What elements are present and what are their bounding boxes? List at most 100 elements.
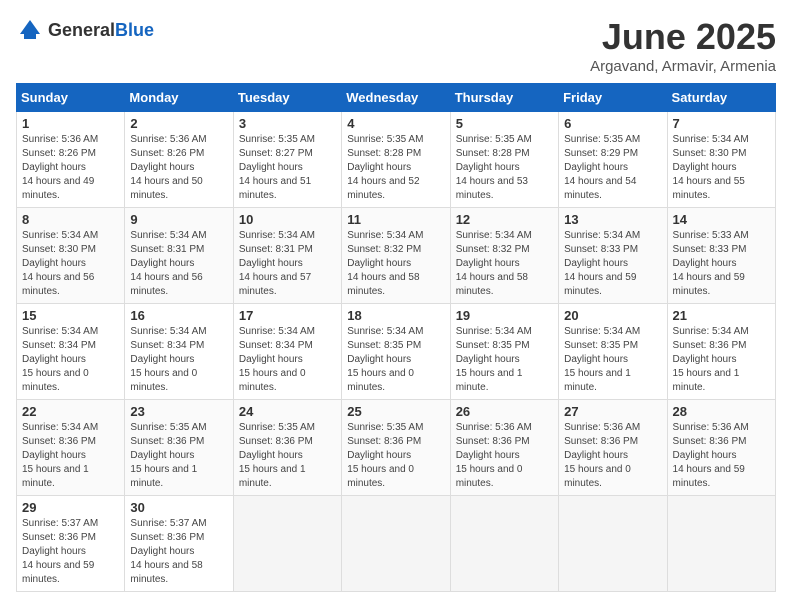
day-detail: Sunrise: 5:37 AMSunset: 8:36 PMDaylight … xyxy=(22,517,119,587)
title-area: June 2025 Argavand, Armavir, Armenia xyxy=(590,16,776,75)
weekday-header-wednesday: Wednesday xyxy=(342,84,450,112)
day-detail: Sunrise: 5:34 AMSunset: 8:32 PMDaylight … xyxy=(347,229,444,299)
day-number: 12 xyxy=(456,212,553,227)
day-number: 1 xyxy=(22,116,119,131)
day-number: 8 xyxy=(22,212,119,227)
calendar-cell: 16 Sunrise: 5:34 AMSunset: 8:34 PMDayligh… xyxy=(125,304,233,400)
calendar-row: 22Sunrise: 5:34 AMSunset: 8:36 PMDayligh… xyxy=(17,400,776,496)
day-detail: Sunrise: 5:33 AMSunset: 8:33 PMDaylight … xyxy=(673,229,770,299)
day-detail: Sunrise: 5:35 AMSunset: 8:36 PMDaylight … xyxy=(130,421,227,491)
day-number: 11 xyxy=(347,212,444,227)
calendar-cell: 4 Sunrise: 5:35 AMSunset: 8:28 PMDaylight… xyxy=(342,112,450,208)
day-detail: Sunrise: 5:36 AMSunset: 8:36 PMDaylight … xyxy=(456,421,553,491)
day-number: 22 xyxy=(22,404,119,419)
calendar-row: 8 Sunrise: 5:34 AMSunset: 8:30 PMDaylight… xyxy=(17,208,776,304)
day-detail: Sunrise: 5:35 AMSunset: 8:28 PMDaylight … xyxy=(347,133,444,203)
day-number: 15 xyxy=(22,308,119,323)
day-number: 18 xyxy=(347,308,444,323)
calendar-cell: 11 Sunrise: 5:34 AMSunset: 8:32 PMDayligh… xyxy=(342,208,450,304)
day-number: 6 xyxy=(564,116,661,131)
calendar-cell: 19 Sunrise: 5:34 AMSunset: 8:35 PMDayligh… xyxy=(450,304,558,400)
day-detail: Sunrise: 5:35 AMSunset: 8:36 PMDaylight … xyxy=(239,421,336,491)
logo: GeneralBlue xyxy=(16,16,154,44)
day-number: 2 xyxy=(130,116,227,131)
day-detail: Sunrise: 5:36 AMSunset: 8:26 PMDaylight … xyxy=(130,133,227,203)
day-number: 25 xyxy=(347,404,444,419)
day-number: 7 xyxy=(673,116,770,131)
calendar-cell: 28 Sunrise: 5:36 AMSunset: 8:36 PMDayligh… xyxy=(667,400,775,496)
calendar-cell xyxy=(667,496,775,592)
calendar-cell: 14Sunrise: 5:33 AMSunset: 8:33 PMDayligh… xyxy=(667,208,775,304)
logo-blue: Blue xyxy=(115,20,154,40)
calendar-row: 1 Sunrise: 5:36 AMSunset: 8:26 PMDaylight… xyxy=(17,112,776,208)
weekday-header-monday: Monday xyxy=(125,84,233,112)
logo-icon xyxy=(16,16,44,44)
calendar-row: 29 Sunrise: 5:37 AMSunset: 8:36 PMDayligh… xyxy=(17,496,776,592)
day-detail: Sunrise: 5:36 AMSunset: 8:36 PMDaylight … xyxy=(564,421,661,491)
day-number: 28 xyxy=(673,404,770,419)
day-detail: Sunrise: 5:34 AMSunset: 8:35 PMDaylight … xyxy=(456,325,553,395)
day-number: 27 xyxy=(564,404,661,419)
day-detail: Sunrise: 5:35 AMSunset: 8:27 PMDaylight … xyxy=(239,133,336,203)
day-detail: Sunrise: 5:34 AMSunset: 8:33 PMDaylight … xyxy=(564,229,661,299)
day-detail: Sunrise: 5:34 AMSunset: 8:34 PMDaylight … xyxy=(22,325,119,395)
calendar-cell: 22Sunrise: 5:34 AMSunset: 8:36 PMDayligh… xyxy=(17,400,125,496)
calendar-cell: 2 Sunrise: 5:36 AMSunset: 8:26 PMDaylight… xyxy=(125,112,233,208)
calendar-cell: 29 Sunrise: 5:37 AMSunset: 8:36 PMDayligh… xyxy=(17,496,125,592)
calendar-cell xyxy=(233,496,341,592)
day-number: 4 xyxy=(347,116,444,131)
day-number: 13 xyxy=(564,212,661,227)
day-number: 19 xyxy=(456,308,553,323)
calendar-cell: 8 Sunrise: 5:34 AMSunset: 8:30 PMDaylight… xyxy=(17,208,125,304)
day-detail: Sunrise: 5:34 AMSunset: 8:31 PMDaylight … xyxy=(130,229,227,299)
calendar-cell: 20Sunrise: 5:34 AMSunset: 8:35 PMDayligh… xyxy=(559,304,667,400)
weekday-header-row: SundayMondayTuesdayWednesdayThursdayFrid… xyxy=(17,84,776,112)
day-detail: Sunrise: 5:34 AMSunset: 8:31 PMDaylight … xyxy=(239,229,336,299)
calendar-cell: 10 Sunrise: 5:34 AMSunset: 8:31 PMDayligh… xyxy=(233,208,341,304)
calendar-cell: 24 Sunrise: 5:35 AMSunset: 8:36 PMDayligh… xyxy=(233,400,341,496)
header: GeneralBlue June 2025 Argavand, Armavir,… xyxy=(16,16,776,75)
day-detail: Sunrise: 5:37 AMSunset: 8:36 PMDaylight … xyxy=(130,517,227,587)
location-title: Argavand, Armavir, Armenia xyxy=(590,58,776,75)
calendar-cell: 12 Sunrise: 5:34 AMSunset: 8:32 PMDayligh… xyxy=(450,208,558,304)
day-detail: Sunrise: 5:34 AMSunset: 8:32 PMDaylight … xyxy=(456,229,553,299)
weekday-header-thursday: Thursday xyxy=(450,84,558,112)
calendar-cell: 30 Sunrise: 5:37 AMSunset: 8:36 PMDayligh… xyxy=(125,496,233,592)
weekday-header-tuesday: Tuesday xyxy=(233,84,341,112)
calendar-cell: 25Sunrise: 5:35 AMSunset: 8:36 PMDayligh… xyxy=(342,400,450,496)
calendar-row: 15 Sunrise: 5:34 AMSunset: 8:34 PMDayligh… xyxy=(17,304,776,400)
day-number: 26 xyxy=(456,404,553,419)
day-detail: Sunrise: 5:34 AMSunset: 8:34 PMDaylight … xyxy=(239,325,336,395)
day-number: 17 xyxy=(239,308,336,323)
day-detail: Sunrise: 5:36 AMSunset: 8:36 PMDaylight … xyxy=(673,421,770,491)
day-number: 16 xyxy=(130,308,227,323)
day-number: 24 xyxy=(239,404,336,419)
calendar-table: SundayMondayTuesdayWednesdayThursdayFrid… xyxy=(16,83,776,592)
day-detail: Sunrise: 5:34 AMSunset: 8:30 PMDaylight … xyxy=(673,133,770,203)
day-number: 23 xyxy=(130,404,227,419)
calendar-cell xyxy=(342,496,450,592)
day-number: 21 xyxy=(673,308,770,323)
day-detail: Sunrise: 5:34 AMSunset: 8:34 PMDaylight … xyxy=(130,325,227,395)
day-number: 10 xyxy=(239,212,336,227)
day-detail: Sunrise: 5:34 AMSunset: 8:30 PMDaylight … xyxy=(22,229,119,299)
day-detail: Sunrise: 5:35 AMSunset: 8:28 PMDaylight … xyxy=(456,133,553,203)
day-detail: Sunrise: 5:34 AMSunset: 8:35 PMDaylight … xyxy=(564,325,661,395)
month-title: June 2025 xyxy=(590,16,776,58)
weekday-header-saturday: Saturday xyxy=(667,84,775,112)
day-number: 5 xyxy=(456,116,553,131)
day-number: 29 xyxy=(22,500,119,515)
weekday-header-friday: Friday xyxy=(559,84,667,112)
calendar-cell: 5 Sunrise: 5:35 AMSunset: 8:28 PMDaylight… xyxy=(450,112,558,208)
weekday-header-sunday: Sunday xyxy=(17,84,125,112)
calendar-cell: 7 Sunrise: 5:34 AMSunset: 8:30 PMDaylight… xyxy=(667,112,775,208)
calendar-cell: 18 Sunrise: 5:34 AMSunset: 8:35 PMDayligh… xyxy=(342,304,450,400)
day-number: 30 xyxy=(130,500,227,515)
calendar-cell xyxy=(559,496,667,592)
day-number: 3 xyxy=(239,116,336,131)
day-detail: Sunrise: 5:34 AMSunset: 8:35 PMDaylight … xyxy=(347,325,444,395)
calendar-cell: 17 Sunrise: 5:34 AMSunset: 8:34 PMDayligh… xyxy=(233,304,341,400)
calendar-cell: 27 Sunrise: 5:36 AMSunset: 8:36 PMDayligh… xyxy=(559,400,667,496)
day-detail: Sunrise: 5:34 AMSunset: 8:36 PMDaylight … xyxy=(673,325,770,395)
calendar-cell: 13 Sunrise: 5:34 AMSunset: 8:33 PMDayligh… xyxy=(559,208,667,304)
